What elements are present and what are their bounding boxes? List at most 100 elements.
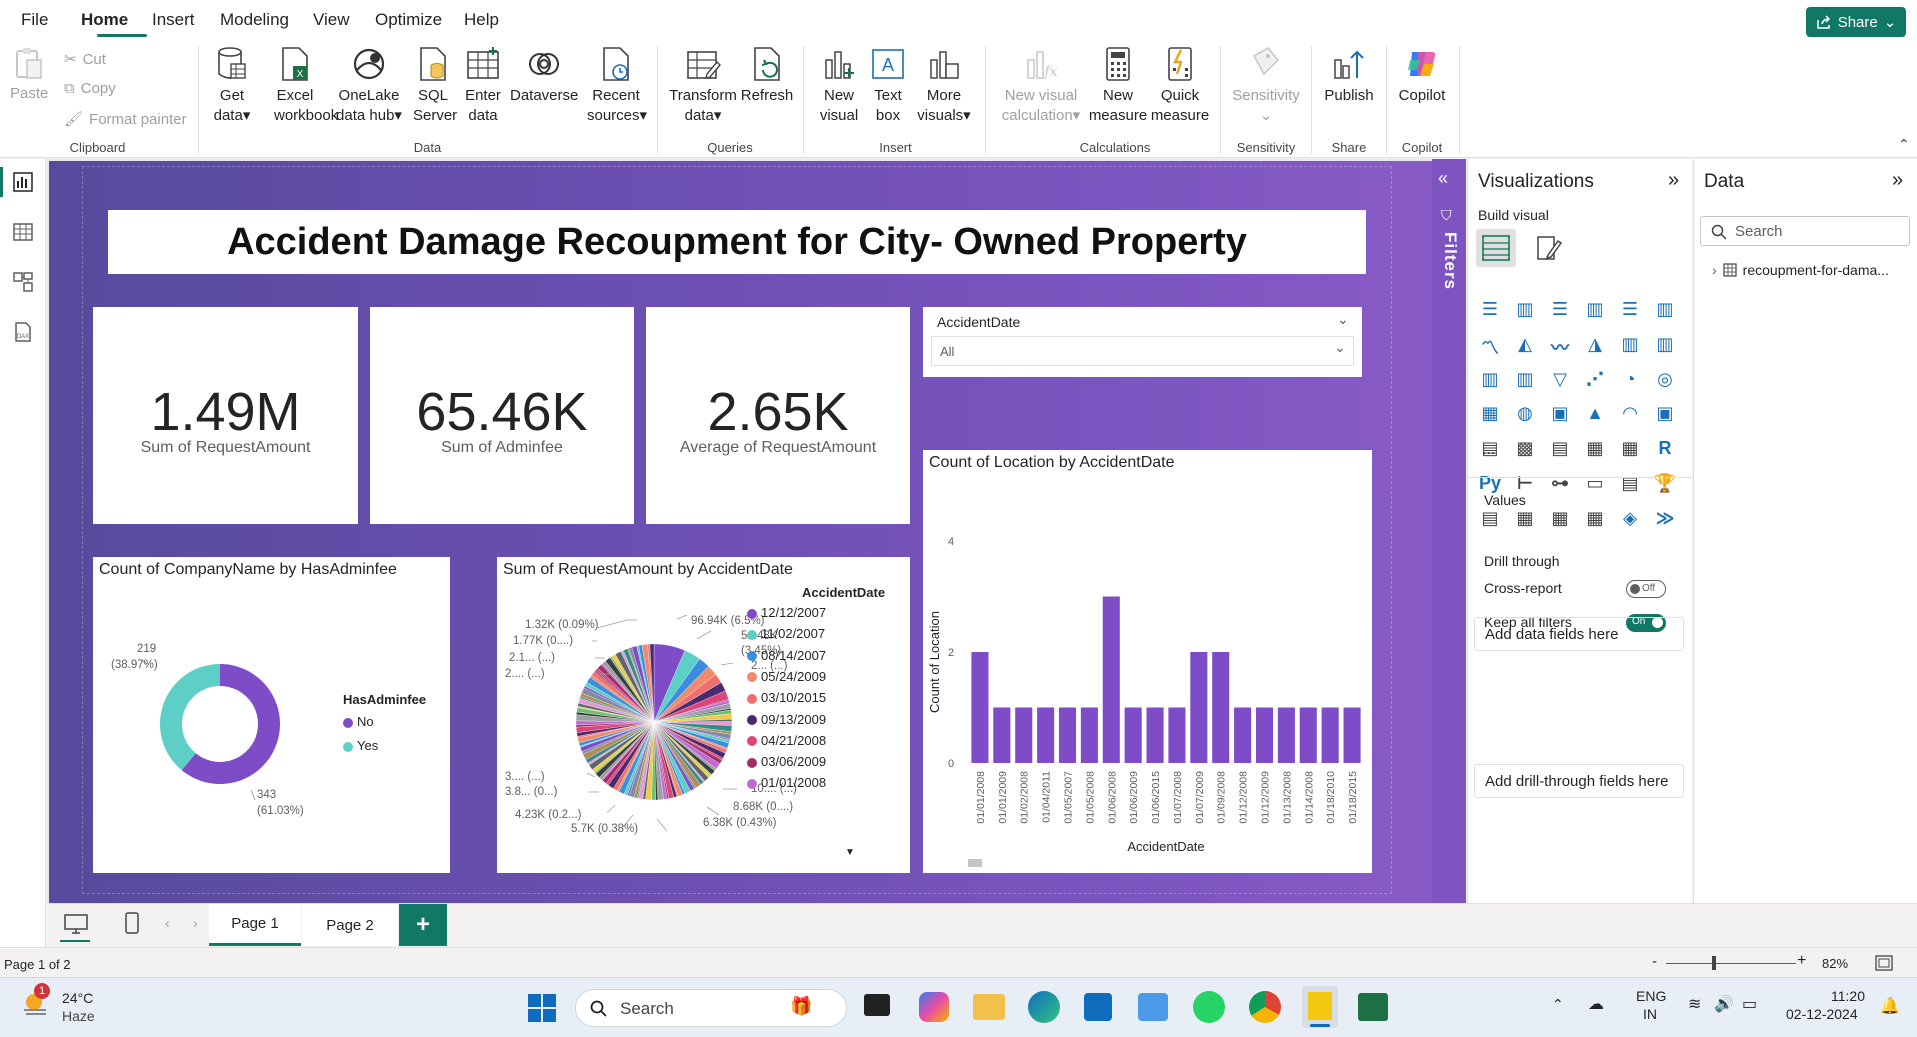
visual-type-icon[interactable]: ◈ [1618,508,1642,532]
visual-type-icon[interactable]: ▥ [1618,334,1642,358]
add-page-button[interactable]: + [399,904,447,946]
bar[interactable] [993,707,1011,764]
page-tab-2[interactable]: Page 2 [302,904,398,946]
publish-button[interactable]: Publish [1319,46,1379,106]
visual-type-icon[interactable]: ⋰ [1583,369,1607,393]
data-table-item[interactable]: › recoupment-for-dama... [1712,262,1889,278]
visual-type-icon[interactable]: 〰 [1548,334,1572,358]
bar[interactable] [1212,652,1230,763]
quick-measure-button[interactable]: Quick measure [1150,46,1210,126]
legend-item[interactable]: 05/24/2009 [747,669,826,684]
visual-type-icon[interactable]: ☰ [1478,299,1502,323]
zoom-slider-thumb[interactable] [1712,956,1716,970]
visual-type-icon[interactable]: ▦ [1618,438,1642,462]
file-explorer-icon[interactable] [973,994,1005,1020]
visual-type-icon[interactable]: ▥ [1653,334,1677,358]
wifi-icon[interactable]: ≋ [1688,994,1701,1014]
visual-type-icon[interactable]: ◭ [1513,334,1537,358]
visual-type-icon[interactable]: ☰ [1548,299,1572,323]
sql-server-button[interactable]: SQL Server [413,46,457,126]
bar[interactable] [971,652,989,763]
legend-item[interactable]: 12/12/2007 [747,605,826,620]
zoom-in-button[interactable]: + [1797,952,1806,970]
visual-type-icon[interactable]: ◍ [1513,403,1537,427]
bar[interactable] [1080,707,1098,764]
report-title[interactable]: Accident Damage Recoupment for City- Own… [108,210,1366,274]
cloud-sync-icon[interactable]: ☁ [1588,994,1604,1014]
enter-data-button[interactable]: Enter data [462,46,504,126]
visual-type-icon[interactable]: ▥ [1478,369,1502,393]
refresh-button[interactable]: Refresh [740,46,794,106]
visual-type-icon[interactable]: ◮ [1583,334,1607,358]
legend-item[interactable]: 03/10/2015 [747,690,826,705]
paste-button[interactable]: Paste [10,46,48,104]
photos-app-icon[interactable] [1138,993,1168,1021]
legend-item[interactable]: 03/06/2009 [747,754,826,769]
visual-type-icon[interactable]: ▣ [1548,403,1572,427]
excel-workbook-button[interactable]: X Excel workbook [274,46,338,126]
bar[interactable] [1015,707,1033,764]
new-measure-button[interactable]: New measure [1088,46,1148,126]
text-box-button[interactable]: A Text box [866,46,910,126]
legend-item[interactable]: 08/14/2007 [747,648,826,663]
model-view-icon[interactable] [12,271,34,293]
taskbar-search-box[interactable]: Search 🎁 [575,989,847,1027]
visual-type-icon[interactable]: ◔ [1618,369,1642,393]
visual-type-icon[interactable]: ▦ [1513,508,1537,532]
menu-optimize[interactable]: Optimize [375,10,442,30]
windows-start-icon[interactable] [527,993,557,1023]
kpi-card-average-request[interactable]: 2.65K Average of RequestAmount [646,307,910,524]
kpi-card-adminfee[interactable]: 65.46K Sum of Adminfee [370,307,634,524]
legend-item[interactable]: 09/13/2009 [747,712,826,727]
excel-taskbar-icon[interactable] [1358,993,1388,1021]
legend-item[interactable]: No [343,714,374,729]
menu-insert[interactable]: Insert [152,10,195,30]
build-visual-tab[interactable] [1476,229,1516,267]
visual-type-icon[interactable]: ▦ [1583,438,1607,462]
horizontal-scrollbar[interactable] [968,859,982,867]
notifications-bell-icon[interactable]: 🔔 [1880,996,1900,1016]
format-painter-button[interactable]: 🖌 Format painter [64,110,187,129]
visual-type-icon[interactable]: ◎ [1653,369,1677,393]
visual-type-icon[interactable]: ▦ [1478,403,1502,427]
copilot-button[interactable]: Copilot [1393,46,1451,106]
task-view-icon[interactable] [864,994,890,1016]
menu-file[interactable]: File [21,10,48,30]
store-icon[interactable] [1084,993,1112,1021]
date-slicer[interactable]: AccidentDate ⌄ All ⌄ [923,307,1362,377]
visual-type-icon[interactable]: ▩ [1513,438,1537,462]
visual-type-icon[interactable]: ▥ [1513,299,1537,323]
onelake-button[interactable]: OneLake data hub▾ [333,46,405,126]
visual-type-icon[interactable]: ▤ [1548,438,1572,462]
cross-report-toggle[interactable]: Off [1626,580,1666,598]
visual-type-icon[interactable]: ◠ [1618,403,1642,427]
donut-slice-yes[interactable] [159,664,220,771]
desktop-layout-icon[interactable] [63,913,89,935]
volume-icon[interactable]: 🔊 [1714,994,1734,1014]
legend-scroll-down-icon[interactable]: ▼ [845,847,855,858]
legend-item[interactable]: 01/01/2008 [747,775,826,790]
bar[interactable] [1277,707,1295,764]
menu-home[interactable]: Home [81,10,128,30]
next-page-icon[interactable]: › [193,915,198,931]
new-visual-button[interactable]: New visual [814,46,864,126]
bar-chart-visual[interactable]: Count of Location by AccidentDate 0 2 4 Cou… [923,450,1372,873]
data-search-input[interactable]: Search [1700,216,1910,246]
visual-type-icon[interactable]: ☰ [1618,299,1642,323]
legend-item[interactable]: 04/21/2008 [747,733,826,748]
share-button[interactable]: Share ⌄ [1806,7,1906,37]
more-visuals-ellipsis[interactable]: ... [1482,441,1495,459]
bar[interactable] [1343,707,1361,764]
legend-item[interactable]: Yes [343,738,378,753]
transform-data-button[interactable]: Transform data▾ [669,46,737,126]
expand-filters-icon[interactable]: « [1438,168,1448,189]
cut-button[interactable]: ✂ Cut [64,50,106,69]
sensitivity-button[interactable]: Sensitivity ⌄ [1228,46,1304,126]
format-visual-icon[interactable] [1534,233,1564,263]
bar[interactable] [1124,707,1142,764]
bar[interactable] [1058,707,1077,764]
collapse-visualizations-icon[interactable]: » [1668,169,1679,192]
bar[interactable] [1299,707,1317,764]
dataverse-button[interactable]: Dataverse [510,46,578,106]
legend-item[interactable]: 11/02/2007 [747,626,825,641]
